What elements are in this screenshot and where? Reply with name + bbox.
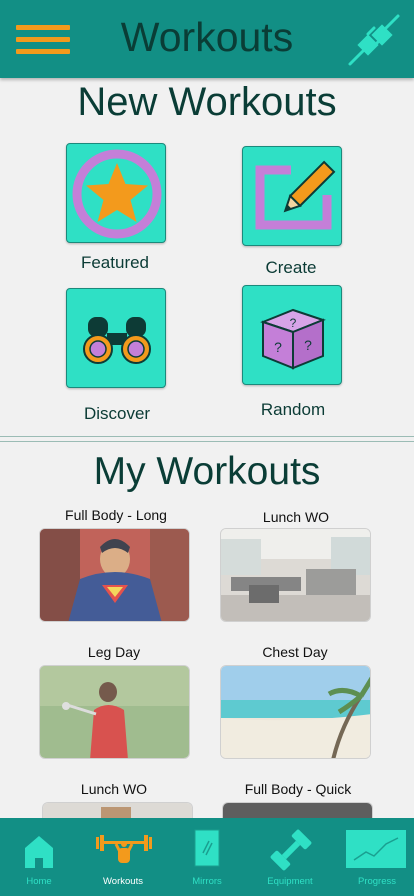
chart-icon (346, 830, 406, 868)
workout-image (223, 803, 372, 818)
binoculars-icon (83, 317, 151, 364)
workout-label: Chest Day (262, 644, 328, 660)
workout-card-lunch-wo[interactable] (220, 528, 371, 622)
home-icon (25, 836, 53, 868)
office-gym-image (221, 529, 370, 621)
tab-label: Home (26, 876, 52, 887)
workout-label: Lunch WO (262, 509, 330, 525)
bottom-tab-bar: Home Workouts Mirrors Equipment Progress (0, 818, 414, 896)
workout-card-leg-day[interactable] (39, 665, 190, 759)
workout-label: Full Body - Quick (244, 781, 352, 797)
star-icon (72, 149, 162, 239)
create-label: Create (265, 258, 317, 277)
create-tile[interactable] (242, 146, 342, 246)
pencil-edit-icon (255, 160, 336, 230)
svg-text:?: ? (274, 339, 282, 355)
discover-label: Discover (83, 404, 151, 423)
random-tile[interactable]: ? ? ? (242, 285, 342, 385)
workout-image (43, 803, 192, 818)
weightlifter-icon (96, 835, 152, 863)
random-label: Random (260, 400, 326, 419)
featured-label: Featured (80, 253, 150, 272)
workout-label: Full Body - Long (65, 507, 167, 523)
workout-card-lunch-wo-2[interactable] (42, 802, 193, 818)
featured-tile[interactable] (66, 143, 166, 243)
dice-icon: ? ? ? (260, 308, 326, 370)
new-workouts-title: New Workouts (77, 80, 337, 124)
tab-progress[interactable]: Progress (340, 818, 414, 896)
tab-home[interactable]: Home (0, 818, 78, 896)
golfer-image (40, 666, 189, 758)
my-workouts-title: My Workouts (93, 450, 321, 493)
tab-label: Workouts (103, 876, 143, 887)
tab-mirrors[interactable]: Mirrors (168, 818, 246, 896)
workout-card-chest-day[interactable] (220, 665, 371, 759)
svg-text:?: ? (290, 316, 297, 330)
mirror-icon (194, 829, 220, 867)
workout-card-full-body-long[interactable] (39, 528, 190, 622)
workout-card-full-body-quick[interactable] (222, 802, 373, 818)
tab-workouts[interactable]: Workouts (84, 818, 162, 896)
workout-label: Lunch WO (80, 781, 148, 797)
dumbbell-icon (270, 829, 312, 871)
superhero-image (40, 529, 189, 621)
workout-label: Leg Day (87, 644, 141, 660)
section-divider (0, 436, 414, 442)
plug-connection-icon[interactable] (346, 12, 402, 68)
beach-image (221, 666, 370, 758)
tab-label: Progress (357, 876, 396, 887)
tab-label: Mirrors (192, 876, 222, 887)
discover-tile[interactable] (66, 288, 166, 388)
app-header: Workouts (0, 0, 414, 78)
svg-text:?: ? (304, 337, 312, 353)
tab-label: Equipment (267, 876, 313, 887)
tab-equipment[interactable]: Equipment (251, 818, 329, 896)
